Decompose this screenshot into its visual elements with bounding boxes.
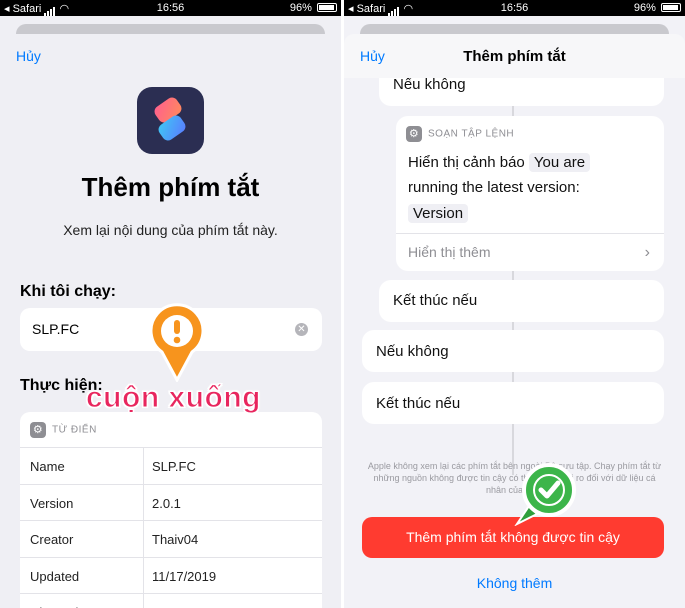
alert-line-2: running the latest version:: [408, 179, 580, 196]
chevron-right-icon: ›: [644, 244, 650, 261]
end-if-label: Kết thúc nếu: [393, 292, 478, 309]
gear-icon: ⚙: [30, 422, 46, 438]
dict-value: 2.0.1: [152, 495, 181, 511]
battery-percent: 96%: [633, 2, 656, 14]
exclamation-callout-icon: [149, 303, 205, 382]
end-if-block-inner[interactable]: Kết thúc nếu: [379, 280, 664, 322]
nav-title: Thêm phím tắt: [463, 48, 566, 65]
show-more-link[interactable]: Hiển thị thêm: [408, 244, 490, 260]
shortcut-name-value: SLP.FC: [32, 321, 80, 337]
version-variable-token[interactable]: Version: [408, 204, 469, 223]
table-row[interactable]: Creator Thaiv04: [20, 521, 322, 558]
alert-line-1: Hiển thị cảnh báo You are: [408, 153, 591, 172]
otherwise-label: Nếu không: [393, 76, 466, 93]
dictionary-header-label: TỪ ĐIỂN: [52, 424, 97, 436]
dict-key: Creator: [20, 521, 144, 557]
scroll-down-annotation: cuộn xuống: [86, 381, 261, 415]
alert-prefix: Hiển thị cảnh báo: [408, 154, 525, 171]
dict-value: 11/17/2019: [152, 568, 217, 584]
clear-icon[interactable]: ✕: [295, 323, 308, 336]
battery-status: 96%: [290, 2, 337, 14]
battery-icon: [661, 3, 681, 12]
dict-key: Version: [20, 484, 144, 520]
when-run-label: Khi tôi chạy:: [20, 283, 117, 300]
table-row[interactable]: Changelog10: [20, 594, 322, 608]
cancel-button[interactable]: Hủy: [16, 48, 41, 64]
dict-key: Updated: [20, 557, 144, 593]
gear-icon: ⚙: [406, 126, 422, 142]
status-bar: ◂ Safari ◠ 16:56 96%: [0, 0, 341, 16]
end-if-label: Kết thúc nếu: [376, 395, 461, 412]
show-alert-action-card[interactable]: ⚙ SOẠN TẬP LỆNH Hiển thị cảnh báo You are…: [396, 116, 664, 271]
otherwise-block-outer[interactable]: Nếu không: [362, 330, 664, 372]
dict-value: SLP.FC: [152, 459, 196, 474]
table-row[interactable]: Name SLP.FC: [20, 448, 322, 485]
table-row[interactable]: Version 2.0.1: [20, 484, 322, 521]
otherwise-label: Nếu không: [376, 343, 449, 360]
dict-value: 10: [144, 594, 174, 608]
dict-value: Thaiv04: [152, 532, 199, 547]
page-title: Thêm phím tắt: [81, 172, 260, 202]
shortcuts-app-icon: [137, 87, 204, 154]
dont-add-button[interactable]: Không thêm: [344, 575, 685, 591]
table-row[interactable]: Updated 11/17/2019: [20, 557, 322, 594]
dictionary-action-card[interactable]: ⚙ TỪ ĐIỂN Name SLP.FC Version 2.0.1 Creator…: [20, 412, 322, 608]
battery-icon: [317, 3, 337, 12]
page-subtitle: Xem lại nội dung của phím tắt này.: [63, 222, 278, 238]
end-if-block-outer[interactable]: Kết thúc nếu: [362, 382, 664, 424]
dictionary-header: ⚙ TỪ ĐIỂN: [20, 412, 322, 448]
alert-line-3: Version: [408, 204, 469, 223]
left-screen: ◂ Safari ◠ 16:56 96% Hủy Thêm phím tắt X…: [0, 0, 341, 608]
dict-key: Name: [20, 448, 144, 484]
status-bar: ◂ Safari ◠ 16:56 96%: [344, 0, 685, 16]
battery-percent: 96%: [289, 2, 312, 14]
nav-bar: Hủy Thêm phím tắt: [344, 34, 685, 78]
right-screen: ◂ Safari ◠ 16:56 96% Nếu không ⚙ SOẠN TẬP…: [344, 0, 685, 608]
scripting-header: ⚙ SOẠN TẬP LỆNH: [406, 126, 514, 142]
card-divider: [396, 233, 664, 234]
dict-key: Changelog: [20, 594, 144, 608]
scripting-header-label: SOẠN TẬP LỆNH: [428, 128, 515, 140]
battery-status: 96%: [634, 2, 681, 14]
green-checkmark-icon: [514, 463, 576, 526]
alert-text-token[interactable]: You are: [528, 153, 591, 172]
